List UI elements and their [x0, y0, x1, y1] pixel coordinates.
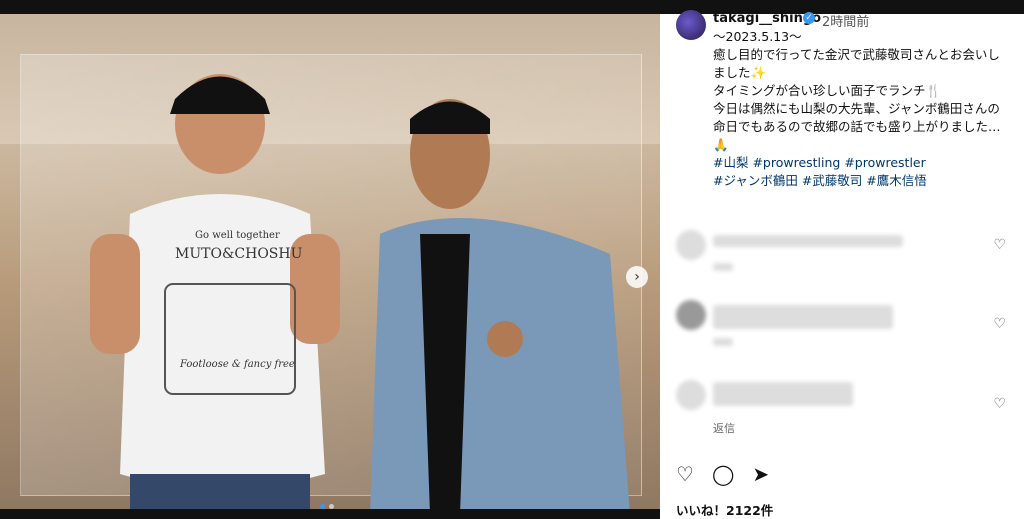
caption-line: 癒し目的で行ってた金沢で武藤敬司さんとお会いし — [713, 47, 1000, 62]
caption-line: 〜2023.5.13〜 — [713, 29, 802, 44]
heart-icon[interactable]: ♡ — [993, 316, 1006, 332]
shirt-text-bottom: Footloose & fancy free — [180, 359, 295, 370]
comment-item: ♡ — [676, 225, 1006, 285]
comment-meta — [713, 338, 733, 346]
person-left-image — [90, 74, 340, 509]
avatar[interactable] — [676, 10, 706, 40]
next-photo-button[interactable]: › — [626, 266, 648, 288]
comment-text — [713, 382, 853, 406]
likes-count[interactable]: いいね！2122件 — [676, 500, 773, 519]
comment-avatar — [676, 380, 706, 410]
post-caption: 〜2023.5.13〜 癒し目的で行ってた金沢で武藤敬司さんとお会いし ました✨… — [713, 28, 1013, 190]
shirt-text-main: MUTO&CHOSHU — [175, 246, 303, 262]
comment-item: ♡ — [676, 378, 1006, 418]
comment-avatar — [676, 230, 706, 260]
heart-icon[interactable]: ♡ — [676, 462, 694, 486]
post-actions: ♡ ◯ ➤ — [676, 462, 769, 486]
comment-meta — [713, 263, 733, 271]
top-bar — [0, 0, 1024, 14]
caption-line: 命日でもあるので故郷の話でも盛り上がりました… — [713, 119, 1001, 134]
heart-icon[interactable]: ♡ — [993, 237, 1006, 253]
reply-link[interactable]: 返信 — [713, 420, 735, 436]
comment-icon[interactable]: ◯ — [712, 462, 734, 486]
shirt-text-top: Go well together — [195, 230, 280, 241]
hashtags-line[interactable]: #ジャンボ鶴田 #武藤敬司 #鷹木信悟 — [713, 172, 1013, 190]
send-icon[interactable]: ➤ — [752, 462, 769, 486]
verified-badge-icon: ✓ — [803, 12, 815, 24]
caption-line: タイミングが合い珍しい面子でランチ🍴 — [713, 83, 942, 98]
hashtags-line[interactable]: #山梨 #prowrestling #prowrestler — [713, 154, 1013, 172]
heart-icon[interactable]: ♡ — [993, 396, 1006, 412]
caption-line: 🙏 — [713, 137, 729, 152]
comment-text — [713, 305, 893, 329]
caption-line: 今日は偶然にも山梨の大先輩、ジャンボ鶴田さんの — [713, 101, 1000, 116]
bottom-bar — [0, 509, 660, 519]
post-photo[interactable]: Go well together MUTO&CHOSHU Footloose &… — [0, 14, 660, 509]
comment-text — [713, 235, 903, 247]
person-right-image — [370, 99, 630, 509]
comment-item: ♡ — [676, 300, 1006, 360]
caption-line: ました✨ — [713, 65, 767, 80]
comment-avatar — [676, 300, 706, 330]
